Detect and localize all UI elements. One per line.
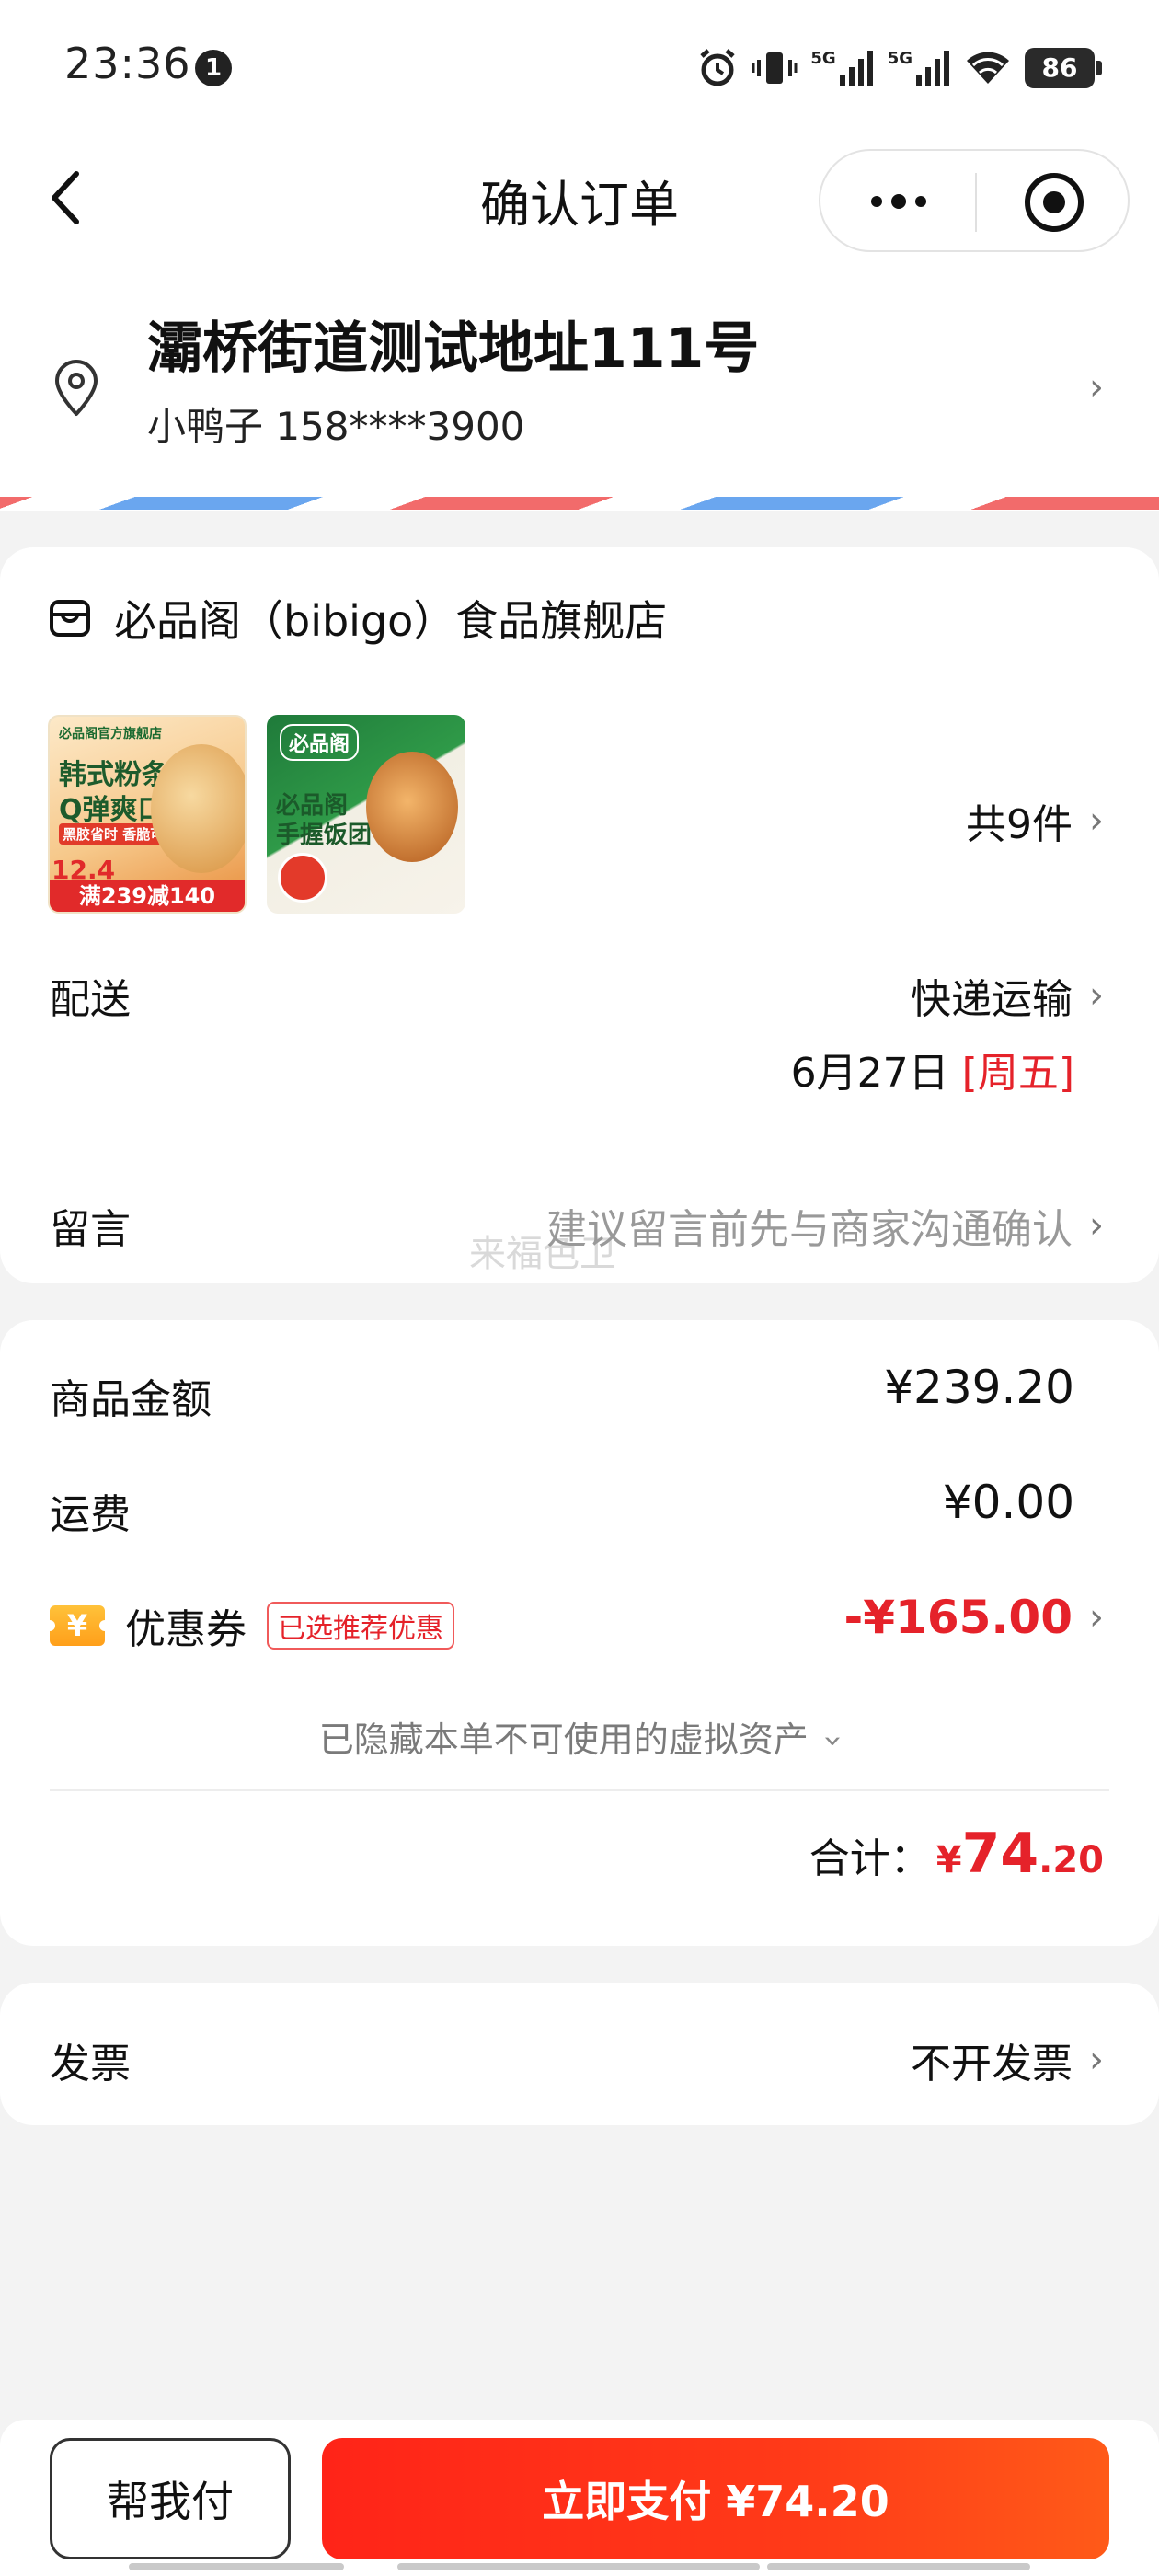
product-badge: 必品阁官方旗舰店 — [59, 727, 162, 742]
mini-program-capsule — [819, 149, 1130, 252]
hidden-assets-label: 已隐藏本单不可使用的虚拟资产 — [318, 1719, 809, 1760]
product-headline: 手握饭团 — [276, 822, 373, 849]
more-dot-right — [915, 196, 926, 207]
status-icons: 5G 5G 86 — [696, 42, 1102, 94]
location-pin-icon — [55, 360, 98, 416]
item-count[interactable]: 共9件 › — [966, 791, 1104, 850]
product-thumbnail[interactable]: 必品阁 必品阁 手握饭团 — [267, 715, 465, 914]
network-label-2: 5G — [887, 49, 912, 68]
vibrate-icon — [752, 52, 798, 84]
chevron-right-icon: › — [1089, 2039, 1104, 2081]
sticker-badge — [278, 853, 327, 903]
chevron-down-icon: › — [814, 1734, 853, 1748]
coupon-recommended-tag: 已选推荐优惠 — [267, 1602, 454, 1650]
total-decimal: .20 — [1039, 1839, 1104, 1881]
goods-amount: ¥239.20 — [884, 1361, 1074, 1414]
product-brand: 必品阁 — [280, 724, 360, 761]
delivery-label: 配送 — [50, 976, 131, 1023]
battery-indicator: 86 — [1025, 48, 1102, 88]
more-dots-icon — [871, 196, 882, 207]
coupon-yuan-icon: ¥ — [44, 1605, 110, 1646]
delivery-method[interactable]: 快递运输 › — [911, 966, 1104, 1025]
address-section[interactable]: 灞桥街道测试地址111号 小鸭子 158****3900 › — [0, 276, 1159, 497]
order-total: 合计： ¥ 74 .20 — [809, 1822, 1104, 1886]
mini-program-close-icon[interactable] — [1025, 173, 1084, 232]
product-headline: Q弹爽口 — [59, 794, 166, 826]
invoice-option[interactable]: 不开发票 › — [911, 2030, 1104, 2089]
notification-badge: 1 — [195, 50, 232, 86]
total-label: 合计： — [809, 1835, 931, 1882]
store-icon — [50, 600, 90, 637]
invoice-card[interactable]: 发票 不开发票 › — [0, 1983, 1159, 2125]
network-label-1: 5G — [810, 49, 836, 68]
message-label: 留言 — [50, 1206, 131, 1253]
chevron-right-icon: › — [1089, 1596, 1104, 1639]
wifi-icon — [967, 52, 1009, 84]
signal-2: 5G — [888, 49, 951, 87]
address-contact: 小鸭子 158****3900 — [147, 404, 525, 449]
coupon-row[interactable]: ¥ 优惠券 已选推荐优惠 — [44, 1596, 454, 1655]
status-bar: 23:36 1 5G 5G 86 — [0, 0, 1159, 138]
invoice-value: 不开发票 — [911, 2041, 1073, 2087]
signal-bars-icon — [916, 51, 949, 86]
message-input[interactable]: 建议留言前先与商家沟通确认 › — [546, 1196, 1104, 1255]
chevron-right-icon: › — [1089, 366, 1104, 408]
goods-amount-label: 商品金额 — [50, 1376, 212, 1423]
more-button[interactable] — [857, 174, 940, 229]
store-name: 必品阁（bibigo）食品旗舰店 — [114, 596, 668, 646]
delivery-date: 6月27日 [周五] — [791, 1040, 1074, 1098]
shipping-fee-value: ¥0.00 — [942, 1476, 1074, 1529]
delivery-method-value: 快递运输 — [911, 976, 1073, 1023]
envelope-stripe — [0, 497, 1159, 510]
total-currency: ¥ — [935, 1839, 962, 1881]
amount-card: 商品金额 ¥239.20 运费 ¥0.00 ¥ 优惠券 已选推荐优惠 -¥165… — [0, 1320, 1159, 1946]
product-thumbnail[interactable]: 必品阁官方旗舰店 韩式粉条 Q弹爽口 黑胶省时 香脆可口 12.4 满239减1… — [48, 715, 247, 914]
chevron-right-icon: › — [1089, 799, 1104, 842]
dumpling-image — [151, 744, 245, 873]
order-card: 必品阁（bibigo）食品旗舰店 必品阁官方旗舰店 韩式粉条 Q弹爽口 黑胶省时… — [0, 547, 1159, 1283]
invoice-label: 发票 — [50, 2041, 131, 2087]
coupon-discount[interactable]: -¥165.00 › — [844, 1591, 1105, 1644]
more-dot-center — [891, 194, 906, 209]
hidden-assets-toggle[interactable]: 已隐藏本单不可使用的虚拟资产 › — [0, 1711, 1159, 1762]
store-header[interactable]: 必品阁（bibigo）食品旗舰店 — [48, 588, 667, 649]
coupon-label: 优惠券 — [125, 1606, 247, 1653]
home-indicator — [129, 2563, 344, 2570]
bottom-action-bar: 帮我付 立即支付 ¥74.20 — [0, 2420, 1159, 2576]
divider — [50, 1789, 1109, 1791]
capsule-divider — [975, 173, 977, 232]
goods-amount-value: ¥239.20 — [884, 1361, 1074, 1414]
home-indicator — [397, 2563, 760, 2570]
nav-bar: 确认订单 — [0, 138, 1159, 258]
home-indicator — [767, 2563, 1030, 2570]
promo-banner: 满239减140 — [50, 880, 245, 912]
pay-now-button[interactable]: 立即支付 ¥74.20 — [322, 2438, 1109, 2559]
rice-ball-image — [366, 752, 458, 862]
coupon-discount-value: -¥165.00 — [843, 1591, 1073, 1644]
signal-1: 5G — [810, 49, 874, 87]
help-pay-button[interactable]: 帮我付 — [50, 2438, 291, 2559]
alarm-icon — [700, 49, 736, 86]
message-placeholder: 建议留言前先与商家沟通确认 — [546, 1206, 1073, 1253]
shipping-label: 运费 — [50, 1491, 131, 1538]
total-integer: 74 — [961, 1822, 1039, 1886]
item-count-label: 共9件 — [966, 801, 1073, 848]
delivery-weekday: [周五] — [961, 1050, 1074, 1097]
signal-bars-icon — [839, 51, 873, 86]
status-time: 23:36 — [64, 39, 191, 88]
delivery-date-value: 6月27日 — [790, 1050, 949, 1097]
chevron-right-icon: › — [1089, 974, 1104, 1017]
shipping-fee: ¥0.00 — [943, 1476, 1074, 1529]
address-line: 灞桥街道测试地址111号 — [147, 316, 760, 381]
chevron-right-icon: › — [1089, 1204, 1104, 1247]
